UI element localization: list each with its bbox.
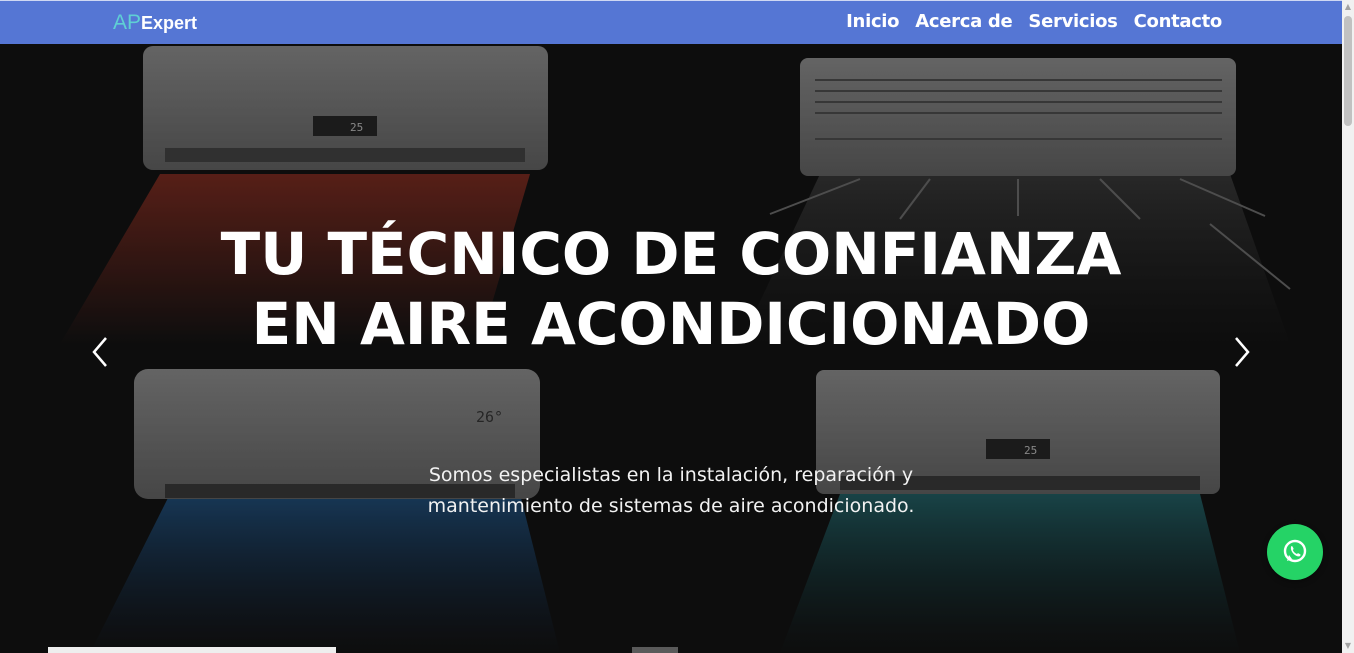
whatsapp-button[interactable]: [1267, 524, 1323, 580]
hero-subtitle-line2: mantenimiento de sistemas de aire acondi…: [427, 495, 915, 517]
brand-expert: Expert: [141, 13, 198, 33]
brand-ap: AP: [113, 11, 142, 34]
nav-contacto[interactable]: Contacto: [1134, 11, 1223, 32]
nav-servicios[interactable]: Servicios: [1028, 11, 1117, 32]
hero-title-line1: TU TÉCNICO DE CONFIANZA: [220, 220, 1122, 288]
hero-title-line2: EN AIRE ACONDICIONADO: [251, 290, 1091, 358]
hero-carousel: 25 26° 25 TU TÉCNICO DE CONFIANZA EN AIR…: [0, 44, 1342, 653]
hero-title: TU TÉCNICO DE CONFIANZA EN AIRE ACONDICI…: [0, 219, 1342, 359]
carousel-prev-button[interactable]: [86, 334, 116, 370]
chevron-right-icon: [1235, 337, 1250, 367]
brand-logo[interactable]: APExpert: [113, 11, 197, 35]
scroll-down-icon[interactable]: ▼: [1342, 639, 1354, 653]
next-section-element: [632, 647, 678, 653]
hero-subtitle-line1: Somos especialistas en la instalación, r…: [428, 464, 914, 486]
nav-acerca-de[interactable]: Acerca de: [915, 11, 1012, 32]
navbar: APExpert Inicio Acerca de Servicios Cont…: [0, 0, 1342, 44]
carousel-next-button[interactable]: [1226, 334, 1256, 370]
next-section-card: [48, 647, 336, 653]
main-nav: Inicio Acerca de Servicios Contacto: [846, 11, 1222, 32]
nav-inicio[interactable]: Inicio: [846, 11, 899, 32]
hero-subtitle: Somos especialistas en la instalación, r…: [0, 460, 1342, 522]
chevron-left-icon: [92, 337, 107, 367]
page: APExpert Inicio Acerca de Servicios Cont…: [0, 0, 1342, 653]
scrollbar-thumb[interactable]: [1344, 16, 1352, 126]
page-scrollbar[interactable]: ▲ ▼: [1342, 0, 1354, 653]
scroll-up-icon[interactable]: ▲: [1342, 0, 1354, 14]
whatsapp-icon: [1283, 539, 1307, 563]
